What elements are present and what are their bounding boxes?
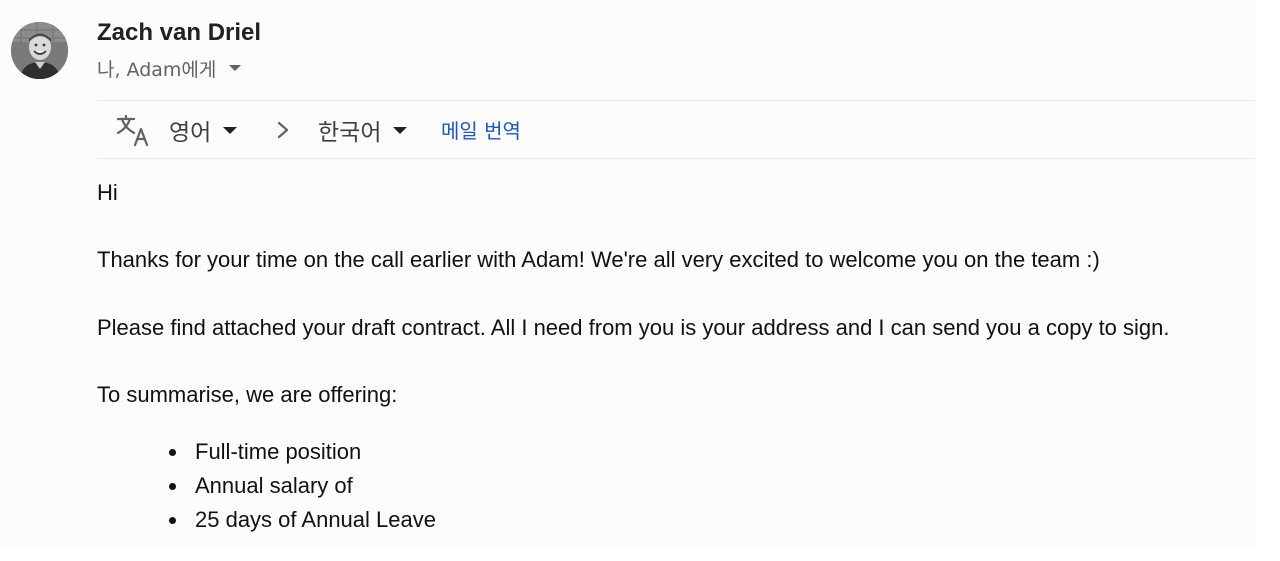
list-item-text: Full-time position (195, 439, 362, 464)
sender-avatar[interactable] (11, 22, 68, 79)
source-language-label: 영어 (169, 120, 212, 146)
list-item: Full-time position (167, 438, 436, 472)
chevron-down-icon (393, 126, 408, 134)
translate-icon (116, 114, 149, 147)
caret-down-icon (229, 65, 242, 71)
source-language-select[interactable]: 영어 (169, 113, 238, 147)
message-paragraph: Thanks for your time on the call earlier… (97, 247, 1100, 272)
message-paragraph: Please find attached your draft contract… (97, 315, 1170, 340)
bullet-icon (169, 483, 176, 490)
list-item-text: Annual salary of (195, 473, 353, 498)
email-view: Zach van Driel 나, Adam에게 영어 한국어 메일 번역 Hi… (0, 0, 1256, 548)
translate-bar: 영어 한국어 메일 번역 (97, 101, 1255, 158)
bullet-icon (169, 449, 176, 456)
chevron-down-icon (223, 126, 238, 134)
chevron-right-icon (277, 121, 289, 139)
translate-message-link[interactable]: 메일 번역 (441, 115, 521, 144)
sender-name: Zach van Driel (97, 19, 262, 46)
list-item: Annual salary of (167, 472, 436, 506)
bullet-icon (169, 517, 176, 524)
list-item-text: 25 days of Annual Leave (195, 507, 436, 532)
message-paragraph: To summarise, we are offering: (97, 382, 398, 407)
target-language-label: 한국어 (318, 120, 382, 146)
offer-list: Full-time position Annual salary of 25 d… (167, 438, 436, 540)
message-greeting: Hi (97, 180, 118, 205)
recipients-line: 나, Adam에게 (97, 56, 244, 81)
avatar-photo-icon (11, 22, 68, 79)
divider (97, 158, 1255, 159)
target-language-select[interactable]: 한국어 (318, 113, 408, 147)
recipients-label: 나, Adam에게 (97, 58, 217, 81)
list-item: 25 days of Annual Leave (167, 506, 436, 540)
show-details-button[interactable] (226, 59, 244, 77)
